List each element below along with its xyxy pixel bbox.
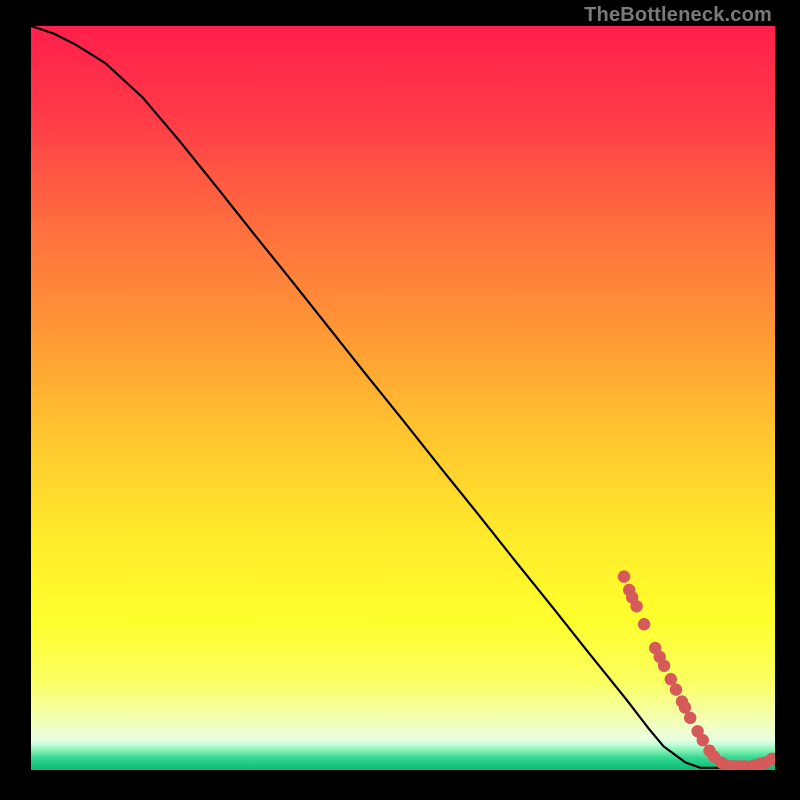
highlight-dot [638,618,650,630]
highlight-dot [618,570,630,582]
plot-area [31,26,775,770]
watermark-text: TheBottleneck.com [584,4,772,27]
highlight-dot [658,660,670,672]
chart-stage: TheBottleneck.com [0,0,800,800]
highlight-dot [670,683,682,695]
highlight-dot [684,712,696,724]
highlight-dot [697,734,709,746]
highlight-dots [618,570,775,770]
curve-layer [31,26,775,770]
highlight-dot [630,600,642,612]
